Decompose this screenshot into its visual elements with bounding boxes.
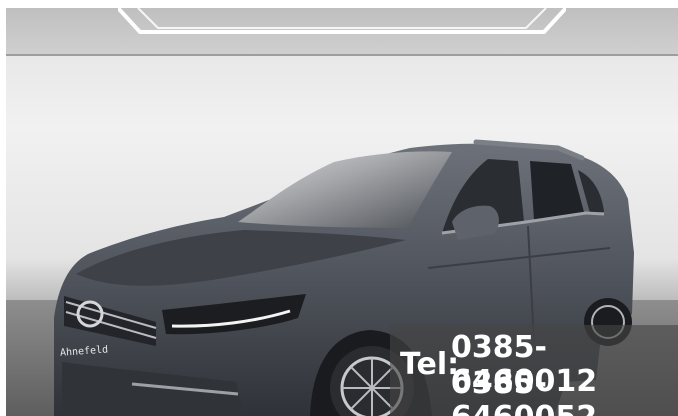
photo-frame: Ahnefeld Tel: 0385-6460012 0385-6460052 bbox=[0, 0, 678, 416]
phone-number-2: 0385-6460052 bbox=[451, 366, 597, 416]
phone-watermark-box: Tel: 0385-6460012 0385-6460052 bbox=[390, 325, 678, 416]
dealer-plate: Ahnefeld bbox=[59, 344, 112, 380]
dealer-plate-text: Ahnefeld bbox=[59, 344, 109, 359]
